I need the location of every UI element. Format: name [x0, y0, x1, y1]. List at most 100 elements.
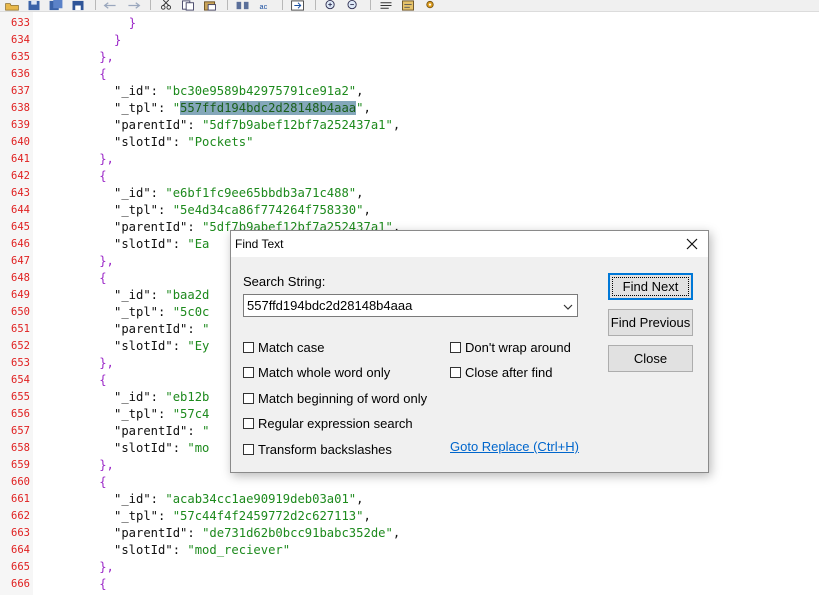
- close-icon[interactable]: [684, 236, 700, 252]
- checkbox[interactable]: [243, 341, 254, 353]
- code-token: "_tpl":: [114, 203, 173, 217]
- cut-icon[interactable]: [156, 0, 176, 11]
- close-label: Close: [633, 351, 668, 366]
- goto-icon[interactable]: [288, 0, 308, 11]
- toolbar-separator: [227, 0, 228, 10]
- replace-icon[interactable]: ac: [255, 0, 275, 11]
- checkbox[interactable]: [243, 443, 254, 455]
- code-token: "baa2d: [165, 288, 210, 302]
- redo-icon[interactable]: [123, 0, 143, 11]
- search-string-label: Search String:: [243, 274, 326, 289]
- code-token: "57c44f4f2459772d2c627113": [172, 509, 364, 523]
- code-token: "57c4: [172, 407, 210, 421]
- line-number: 641: [11, 153, 30, 165]
- code-line: 638 "_tpl": "557ffd194bdc2d28148b4aaa",: [0, 100, 819, 117]
- option-don-t-wrap-around[interactable]: Don't wrap around: [450, 339, 571, 355]
- chevron-down-icon[interactable]: [563, 300, 573, 310]
- code-token: "slotId":: [114, 339, 188, 353]
- line-number: 647: [11, 255, 30, 267]
- code-text: },: [99, 355, 114, 372]
- line-number: 656: [11, 408, 30, 420]
- line-number: 646: [11, 238, 30, 250]
- code-token: ,: [356, 84, 364, 98]
- code-token: "parentId":: [114, 118, 203, 132]
- open-folder-icon[interactable]: [2, 0, 22, 11]
- line-number: 655: [11, 391, 30, 403]
- copy-icon[interactable]: [178, 0, 198, 11]
- toolbar: ac: [0, 0, 819, 12]
- code-token: "5e4d34ca86f774264f758330": [172, 203, 364, 217]
- line-number: 639: [11, 119, 30, 131]
- word-wrap-icon[interactable]: [376, 0, 396, 11]
- code-text: "_id": "baa2d: [114, 287, 209, 304]
- code-line: 640 "slotId": "Pockets": [0, 134, 819, 151]
- code-token: "Ey: [187, 339, 210, 353]
- line-number: 651: [11, 323, 30, 335]
- code-token: "slotId":: [114, 543, 188, 557]
- line-number: 638: [11, 102, 30, 114]
- find-icon[interactable]: [233, 0, 253, 11]
- focus-ring: [612, 277, 689, 296]
- option-label: Transform backslashes: [258, 441, 392, 457]
- search-string-combobox[interactable]: [243, 294, 578, 317]
- close-button[interactable]: Close: [608, 345, 693, 372]
- option-regular-expression-search[interactable]: Regular expression search: [243, 416, 413, 432]
- code-token: "bc30e9589b42975791ce91a2": [165, 84, 357, 98]
- checkbox[interactable]: [243, 418, 254, 429]
- option-match-case[interactable]: Match case: [243, 339, 324, 355]
- checkbox[interactable]: [450, 341, 461, 353]
- option-close-after-find[interactable]: Close after find: [450, 365, 552, 381]
- checkbox[interactable]: [450, 367, 461, 378]
- code-text: },: [99, 559, 114, 576]
- option-label: Match whole word only: [258, 365, 391, 380]
- option-match-whole-word-only[interactable]: Match whole word only: [243, 365, 390, 381]
- code-line: 661 "_id": "acab34cc1ae90919deb03a01",: [0, 491, 819, 508]
- save-icon[interactable]: [24, 0, 44, 11]
- code-token: {: [99, 577, 107, 591]
- code-token: "_tpl":: [114, 305, 173, 319]
- find-next-button[interactable]: Find Next: [608, 273, 693, 300]
- goto-replace-link[interactable]: Goto Replace (Ctrl+H): [450, 439, 579, 454]
- code-token: ": [172, 101, 181, 115]
- code-text: "_id": "eb12b: [114, 389, 209, 406]
- save-all-icon[interactable]: [46, 0, 66, 11]
- file-properties-icon[interactable]: [398, 0, 418, 11]
- paste-icon[interactable]: [200, 0, 220, 11]
- zoom-out-icon[interactable]: [343, 0, 363, 11]
- option-label: Match beginning of word only: [258, 390, 428, 406]
- code-token: "5df7b9abef12bf7a252437a1": [202, 118, 393, 132]
- code-token: "_id":: [114, 492, 166, 506]
- toolbar-separator: [150, 0, 151, 10]
- option-transform-backslashes[interactable]: Transform backslashes: [243, 441, 392, 457]
- code-token: "_id":: [114, 288, 166, 302]
- line-number: 664: [11, 544, 30, 556]
- code-line: 635},: [0, 49, 819, 66]
- code-token: "eb12b: [165, 390, 210, 404]
- line-number: 666: [11, 578, 30, 590]
- code-text: }: [129, 15, 136, 32]
- code-token: "5c0c: [172, 305, 210, 319]
- code-token: "mo: [187, 441, 210, 455]
- line-number: 635: [11, 51, 30, 63]
- line-number: 634: [11, 34, 30, 46]
- zoom-in-icon[interactable]: [321, 0, 341, 11]
- settings-icon[interactable]: [420, 0, 440, 11]
- code-token: ,: [363, 203, 371, 217]
- code-line: 666 {: [0, 576, 819, 593]
- svg-text:ac: ac: [260, 2, 268, 11]
- dialog-titlebar[interactable]: Find Text: [231, 231, 708, 257]
- code-line: 641},: [0, 151, 819, 168]
- code-token: ,: [392, 526, 401, 540]
- find-previous-label: Find Previous: [610, 315, 691, 330]
- checkbox[interactable]: [243, 367, 254, 378]
- save-copy-icon[interactable]: [68, 0, 88, 11]
- find-previous-button[interactable]: Find Previous: [608, 309, 693, 336]
- code-token: "parentId":: [114, 322, 203, 336]
- search-input[interactable]: [244, 295, 557, 316]
- line-number: 662: [11, 510, 30, 522]
- undo-icon[interactable]: [101, 0, 121, 11]
- code-token: "slotId":: [114, 237, 188, 251]
- option-match-beginning-of-word-only[interactable]: Match beginning of word only: [243, 390, 427, 406]
- code-line: 664 "slotId": "mod_reciever": [0, 542, 819, 559]
- checkbox[interactable]: [243, 392, 254, 404]
